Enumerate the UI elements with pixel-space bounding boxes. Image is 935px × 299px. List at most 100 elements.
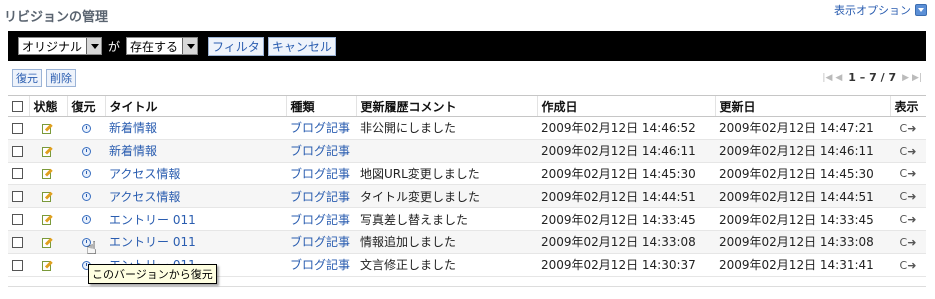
title-link[interactable]: エントリー 011 <box>105 207 286 231</box>
created-cell: 2009年02月12日 14:44:51 <box>537 184 715 209</box>
row-select[interactable] <box>8 253 29 277</box>
row-checkbox[interactable] <box>12 259 23 271</box>
restore-cell[interactable] <box>67 207 105 231</box>
field-select-value[interactable]: オリジナル <box>22 38 86 55</box>
updated-cell: 2009年02月12日 14:31:41 <box>715 253 890 277</box>
row-select[interactable] <box>8 207 29 231</box>
title-link[interactable]: アクセス情報 <box>105 184 286 209</box>
view-cell[interactable]: C➜ <box>890 184 926 209</box>
restore-cell[interactable] <box>67 116 105 140</box>
column-header-view: 表示 <box>889 95 926 117</box>
next-page-icon[interactable]: ▶ <box>902 73 909 83</box>
view-cell[interactable]: C➜ <box>890 139 926 163</box>
dropdown-arrow-icon[interactable] <box>86 38 102 54</box>
view-arrow-icon[interactable]: C➜ <box>900 145 917 158</box>
clock-icon[interactable] <box>81 192 91 202</box>
delete-button[interactable]: 削除 <box>46 69 76 87</box>
restore-tooltip: このバージョンから復元 <box>88 264 217 284</box>
type-link[interactable]: ブログ記事 <box>286 139 356 163</box>
table-row: アクセス情報 ブログ記事 タイトル変更しました 2009年02月12日 14:44:5… <box>8 184 926 209</box>
select-all-header[interactable] <box>8 95 29 117</box>
type-link[interactable]: ブログ記事 <box>286 230 356 254</box>
title-link[interactable]: アクセス情報 <box>105 162 286 186</box>
edit-icon <box>42 168 54 180</box>
row-select[interactable] <box>8 162 29 186</box>
row-checkbox[interactable] <box>12 122 23 134</box>
view-cell[interactable]: C➜ <box>890 230 926 254</box>
created-cell: 2009年02月12日 14:33:08 <box>537 230 715 254</box>
type-link[interactable]: ブログ記事 <box>286 162 356 186</box>
display-options-label[interactable]: 表示オプション <box>834 2 911 18</box>
edit-icon <box>42 191 54 203</box>
restore-cell[interactable] <box>67 184 105 209</box>
select-all-checkbox[interactable] <box>12 101 23 112</box>
column-header-type[interactable]: 種類 <box>285 95 356 117</box>
view-arrow-icon[interactable]: C➜ <box>900 167 917 180</box>
first-page-icon[interactable]: |◀ <box>822 73 832 83</box>
comment-cell: 情報追加しました <box>356 230 537 254</box>
updated-cell: 2009年02月12日 14:33:45 <box>715 207 890 231</box>
clock-icon[interactable] <box>81 146 91 156</box>
clock-icon[interactable] <box>81 123 91 133</box>
restore-cell[interactable] <box>67 139 105 163</box>
row-checkbox[interactable] <box>12 191 23 203</box>
column-header-title[interactable]: タイトル <box>104 95 286 117</box>
comment-cell <box>356 139 537 163</box>
row-checkbox[interactable] <box>12 214 23 226</box>
row-checkbox[interactable] <box>12 168 23 180</box>
view-arrow-icon[interactable]: C➜ <box>900 259 917 272</box>
field-select[interactable]: オリジナル <box>18 37 103 55</box>
table-row: アクセス情報 ブログ記事 地図URL変更しました 2009年02月12日 14:45:… <box>8 162 926 186</box>
row-checkbox[interactable] <box>12 145 23 157</box>
title-link[interactable]: 新着情報 <box>105 116 286 140</box>
chevron-down-icon[interactable] <box>915 4 927 16</box>
dropdown-arrow-icon[interactable] <box>182 38 198 54</box>
view-arrow-icon[interactable]: C➜ <box>900 190 917 203</box>
restore-button[interactable]: 復元 <box>12 69 42 87</box>
title-link[interactable]: エントリー 011 <box>105 230 286 254</box>
condition-select-value[interactable]: 存在する <box>130 38 182 55</box>
view-cell[interactable]: C➜ <box>890 116 926 140</box>
created-cell: 2009年02月12日 14:45:30 <box>537 162 715 186</box>
view-arrow-icon[interactable]: C➜ <box>900 122 917 135</box>
hand-cursor-icon: ☝ <box>86 238 97 259</box>
row-select[interactable] <box>8 139 29 163</box>
condition-select[interactable]: 存在する <box>126 37 199 55</box>
prev-page-icon[interactable]: ◀ <box>835 73 842 83</box>
filter-button[interactable]: フィルタ <box>208 36 264 56</box>
view-arrow-icon[interactable]: C➜ <box>900 236 917 249</box>
edit-icon <box>42 237 54 248</box>
column-header-comment[interactable]: 更新履歴コメント <box>355 95 537 117</box>
type-link[interactable]: ブログ記事 <box>286 184 356 209</box>
column-header-created[interactable]: 作成日 <box>536 95 715 117</box>
created-cell: 2009年02月12日 14:30:37 <box>537 253 715 277</box>
comment-cell: 非公開にしました <box>356 116 537 140</box>
title-link[interactable]: 新着情報 <box>105 139 286 163</box>
type-link[interactable]: ブログ記事 <box>286 207 356 231</box>
clock-icon[interactable] <box>81 215 91 225</box>
view-cell[interactable]: C➜ <box>890 162 926 186</box>
restore-cell[interactable] <box>67 162 105 186</box>
updated-cell: 2009年02月12日 14:46:11 <box>715 139 890 163</box>
table-row: 新着情報 ブログ記事 2009年02月12日 14:46:11 2009年02月12日… <box>8 139 926 163</box>
column-header-updated[interactable]: 更新日 <box>714 95 890 117</box>
display-options-link[interactable]: 表示オプション <box>834 2 927 18</box>
type-link[interactable]: ブログ記事 <box>286 253 356 277</box>
view-cell[interactable]: C➜ <box>890 207 926 231</box>
status-cell <box>29 162 67 186</box>
last-page-icon[interactable]: ▶| <box>912 73 922 83</box>
clock-icon[interactable] <box>81 169 91 179</box>
updated-cell: 2009年02月12日 14:45:30 <box>715 162 890 186</box>
type-link[interactable]: ブログ記事 <box>286 116 356 140</box>
view-arrow-icon[interactable]: C➜ <box>900 213 917 226</box>
row-select[interactable] <box>8 116 29 140</box>
view-cell[interactable]: C➜ <box>890 253 926 277</box>
column-header-restore: 復元 <box>66 95 105 117</box>
comment-cell: 文言修正しました <box>356 253 537 277</box>
column-header-status: 状態 <box>28 95 67 117</box>
row-select[interactable] <box>8 230 29 254</box>
row-select[interactable] <box>8 184 29 209</box>
status-cell <box>29 230 67 254</box>
cancel-button[interactable]: キャンセル <box>267 36 336 56</box>
row-checkbox[interactable] <box>12 236 23 248</box>
